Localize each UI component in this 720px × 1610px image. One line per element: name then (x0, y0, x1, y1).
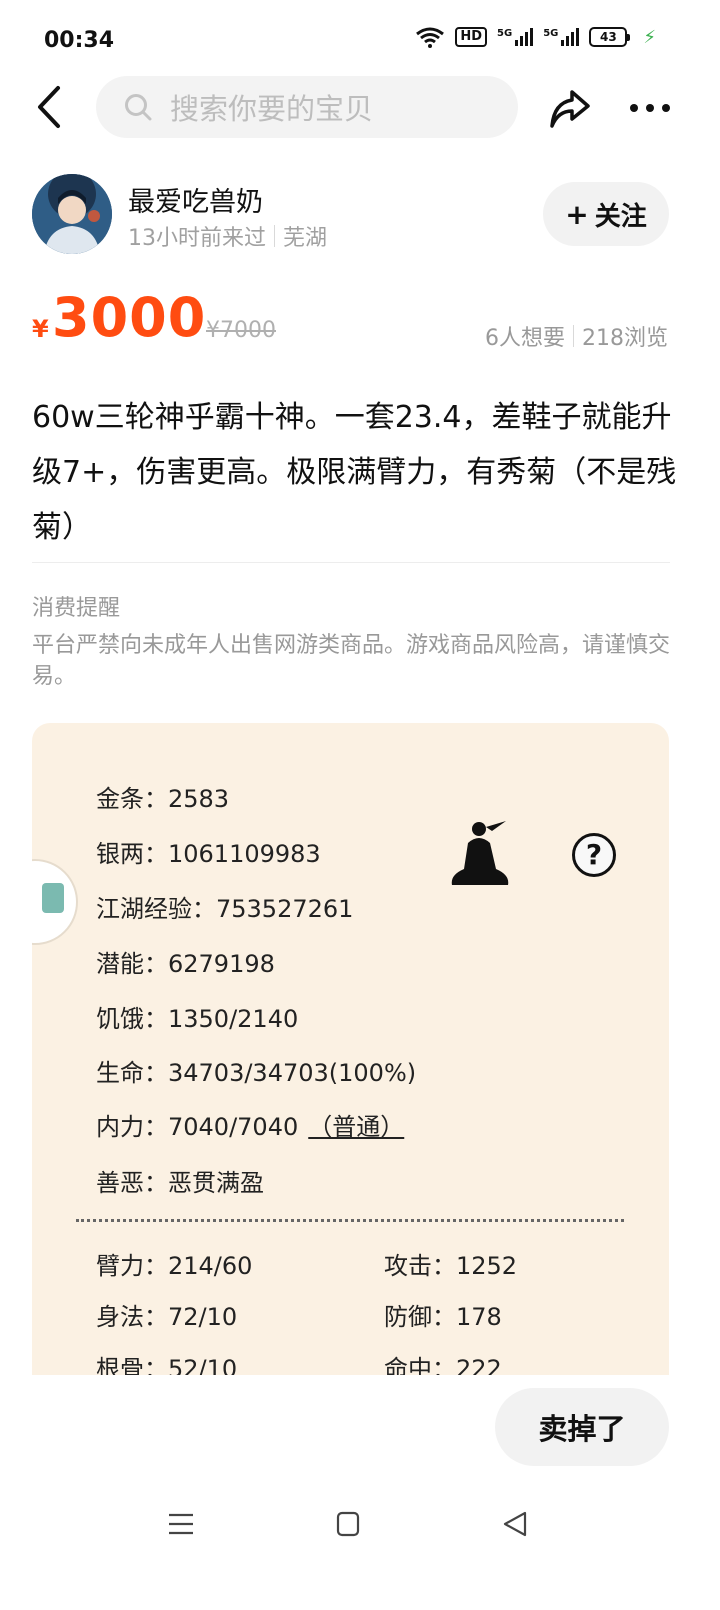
stat-neili: 内力：7040/7040 （普通） (96, 1113, 405, 1141)
follow-button[interactable]: + 关注 (543, 182, 669, 246)
stat-gold: 金条：2583 (96, 785, 230, 813)
status-time: 00:34 (44, 28, 115, 53)
stat-attack: 攻击：1252 (384, 1252, 518, 1280)
stat-accuracy: 命中：222 (384, 1355, 502, 1375)
item-description: 60w三轮神乎霸十神。一套23.4，差鞋子就能升级7+，伤害更高。极限满臂力，有… (32, 400, 677, 545)
stat-health: 生命：34703/34703(100%) (96, 1059, 417, 1087)
neili-link: （普通） (308, 1113, 405, 1141)
signal-icon: 5G (497, 28, 534, 46)
search-bar[interactable]: 搜索你要的宝贝 (96, 76, 518, 138)
side-tab (32, 859, 78, 945)
currency-symbol: ¥ (32, 315, 49, 343)
stat-morality: 善恶：恶贯满盈 (96, 1169, 264, 1197)
seller-meta: 13小时前来过 芜湖 (128, 220, 327, 252)
wants-count: 6人想要 (485, 326, 565, 351)
status-icons: HD 5G 5G 43 ⚡ (415, 26, 656, 48)
plus-icon: + (565, 197, 589, 231)
home-square-icon (336, 1511, 360, 1537)
signal-icon-2: 5G (543, 28, 580, 46)
stat-agility: 身法：72/10 (96, 1303, 238, 1331)
seller-name[interactable]: 最爱吃兽奶 (128, 180, 263, 219)
item-stats: 6人想要 218浏览 (485, 320, 668, 352)
battery-icon: 43 (589, 27, 631, 47)
original-price: ¥7000 (206, 318, 276, 343)
nav-menu-button[interactable] (168, 1512, 194, 1536)
back-icon (38, 86, 60, 128)
help-icon: ? (572, 833, 616, 877)
dotted-divider (76, 1219, 624, 1222)
search-placeholder: 搜索你要的宝贝 (170, 92, 374, 126)
back-button[interactable] (30, 84, 70, 130)
seller-location: 芜湖 (283, 226, 328, 251)
more-icon (630, 104, 670, 112)
reminder-text: 平台严禁向未成年人出售网游类商品。游戏商品风险高，请谨慎交易。 (32, 633, 671, 689)
nav-home-button[interactable] (336, 1511, 360, 1537)
reminder-title: 消费提醒 (32, 596, 121, 621)
divider (32, 562, 670, 563)
nav-back-button[interactable] (502, 1510, 528, 1538)
charging-icon: ⚡ (643, 26, 656, 48)
meditating-figure-icon (451, 821, 509, 885)
triangle-back-icon (503, 1511, 527, 1537)
last-seen: 13小时前来过 (128, 226, 266, 251)
price: 3000 (52, 286, 207, 349)
share-icon (550, 90, 590, 128)
menu-icon (169, 1513, 193, 1535)
wifi-icon (416, 27, 445, 48)
stat-silver: 银两：1061109983 (96, 840, 321, 868)
sold-button[interactable]: 卖掉了 (495, 1388, 669, 1466)
item-image[interactable]: 金条：2583 银两：1061109983 江湖经验：753527261 潜能：… (32, 723, 669, 1375)
views-count: 218浏览 (582, 326, 668, 351)
stat-hunger: 饥饿：1350/2140 (96, 1005, 299, 1033)
share-button[interactable] (548, 86, 592, 130)
stat-strength: 臂力：214/60 (96, 1252, 253, 1280)
stat-experience: 江湖经验：753527261 (96, 895, 354, 923)
stat-defense: 防御：178 (384, 1303, 502, 1331)
more-button[interactable] (628, 100, 672, 114)
search-icon (125, 94, 152, 121)
avatar[interactable] (32, 174, 112, 254)
stat-potential: 潜能：6279198 (96, 950, 275, 978)
hd-voice-icon: HD (455, 27, 488, 47)
stat-constitution: 根骨：52/10 (96, 1355, 238, 1375)
